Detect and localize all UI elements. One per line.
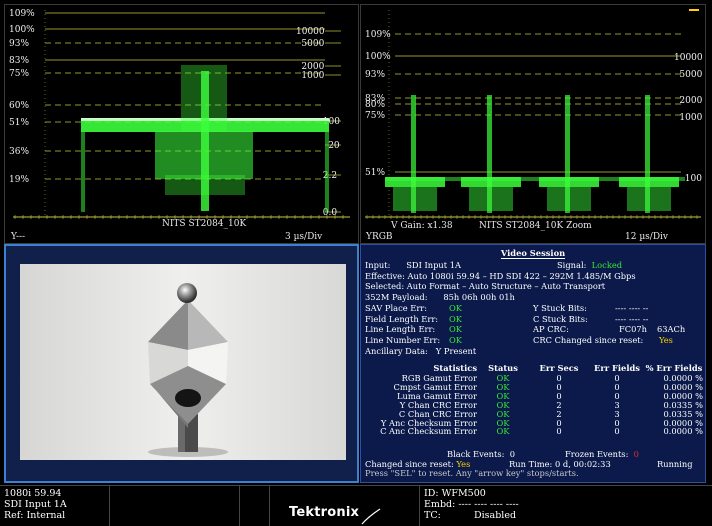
status-id-cell: ID: WFM500 Embd: ---- ---- ---- ---- TC:… [420,486,712,526]
right-scale-label: 100 [685,174,702,184]
curve-label: NITS ST2084_10K [162,219,246,229]
trace-spike [487,95,492,213]
right-scale-label: 10000 [296,27,325,37]
channel-label: YRGB [365,232,393,242]
picture-tile[interactable] [4,244,359,483]
left-scale-label: 75% [9,69,29,79]
waveform-tile-left[interactable]: 109% 100% 93% 83% 75% 60% 51% 36% 19% 10000 5000 20… [4,4,359,244]
left-scale-label: 100% [365,52,391,62]
status-format-cell: 1080i 59.94 SDI Input 1A Ref: Internal [0,486,110,526]
device-id: ID: WFM500 [424,488,486,499]
table-row: C Anc Checksum Error OK 0 0 0.0000 % [365,427,703,436]
timecode-status: Disabled [474,510,517,521]
waveform-display-left: 109% 100% 93% 83% 75% 60% 51% 36% 19% 10000 5000 20… [9,9,350,242]
stat-value: 0.0000 % [663,426,703,437]
signal-status: Locked [591,260,623,270]
input-name: SDI Input 1A [4,499,67,510]
waveform-display-right: 109%100%93%83%80%75%51%10000500020001000… [365,9,703,242]
video-format: 1080i 59.94 [4,488,62,499]
stat-value: 0 [556,426,562,437]
left-scale-label: 109% [365,30,391,40]
status-cell-empty-1 [110,486,240,526]
right-scale-label: 2.2 [323,171,337,181]
statistics-table: Statistics Status Err Secs Err Fields % … [365,362,703,436]
trace-lower [165,175,245,195]
cursor-marker [689,9,699,11]
logo-swoosh [361,508,381,525]
right-scale-label: 1000 [679,113,702,123]
tektronix-logo: Tektronix [289,505,360,520]
video-session-tile[interactable]: Video Session Input: SDI Input 1A Signal… [360,244,706,483]
session-title: Video Session [500,248,566,259]
left-scale-label: 93% [9,39,29,49]
right-scale-label: 5000 [679,70,702,80]
left-scale-label: 75% [365,111,385,121]
running-status: Running [657,458,693,469]
trace-spike [645,95,650,213]
left-scale-label: 80% [365,100,385,110]
trace-line [385,177,685,181]
left-scale-label: 83% [9,56,29,66]
channel-label: Y--- [10,232,25,242]
embedded-audio: Embd: ---- ---- ---- ---- [424,499,519,510]
reference: Ref: Internal [4,510,66,521]
trace-spike [411,95,416,213]
effective-line: Effective: Auto 1080i 59.94 – HD SDI 422… [365,270,636,281]
stat-name: C Anc Checksum Error [380,426,477,437]
left-scale-label: 19% [9,175,29,185]
curve-label-zoom: NITS ST2084_10K Zoom [479,221,592,231]
left-scale-label: 109% [9,9,35,19]
gain-label: V Gain: x1.38 [390,221,453,231]
timebase-label: 12 µs/Div [625,232,669,242]
status-cell-empty-2 [240,486,270,526]
left-scale-label: 100% [9,25,35,35]
help-text: Press "SEL" to reset. Any "arrow key" st… [365,468,579,478]
trace-edge [325,132,329,212]
input-value: SDI Input 1A [406,260,462,270]
waveform-tile-right[interactable]: 109% 100% 93% 83% 80% 75% 51% 10000 5000 2000 1000… [360,4,706,244]
left-scale-label: 93% [365,70,385,80]
left-scale-label: 60% [9,101,29,111]
stat-value: 0 [614,426,620,437]
left-scale-label: 51% [365,168,385,178]
trace-edge [81,132,85,212]
right-scale-label: 1000 [301,71,324,81]
picture-frame [20,264,346,460]
trace-spike [565,95,570,213]
right-scale-label: 20 [328,141,340,151]
right-scale-label: 10000 [674,53,703,63]
selected-line: Selected: Auto Format – Auto Structure –… [365,281,606,292]
timebase-label: 3 µs/Div [285,232,323,242]
left-scale-label: 36% [9,147,29,157]
right-scale-label: 2000 [679,96,702,106]
left-scale-label: 51% [9,118,29,128]
picture-image [20,264,346,460]
stat-status: OK [496,426,510,437]
right-scale-label: 5000 [301,39,324,49]
